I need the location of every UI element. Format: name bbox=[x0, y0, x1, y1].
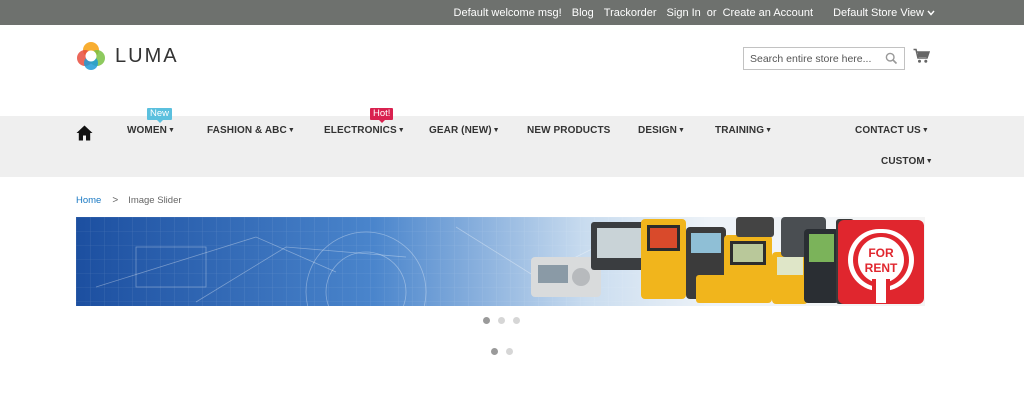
store-view-switcher[interactable]: Default Store View bbox=[823, 7, 935, 19]
nav-item-design[interactable]: DESIGN▼ bbox=[638, 125, 685, 136]
dropdown-caret-icon: ▼ bbox=[287, 127, 295, 134]
search-icon[interactable] bbox=[885, 52, 898, 65]
nav-item-fashion-abc[interactable]: FASHION & ABC▼ bbox=[207, 125, 295, 136]
search-box[interactable] bbox=[743, 47, 905, 70]
sign-in-link[interactable]: Sign In bbox=[667, 7, 701, 19]
trackorder-link[interactable]: Trackorder bbox=[604, 7, 657, 19]
slider-dot[interactable] bbox=[491, 348, 498, 355]
nav-item-electronics[interactable]: ELECTRONICS▼ bbox=[324, 125, 405, 136]
slider-dot[interactable] bbox=[506, 348, 513, 355]
dropdown-caret-icon: ▼ bbox=[167, 127, 175, 134]
nav-item-label: FASHION & ABC bbox=[207, 125, 287, 136]
main-nav: WOMEN▼ FASHION & ABC▼ ELECTRONICS▼ GEAR … bbox=[0, 116, 1024, 177]
top-bar: Default welcome msg! Blog Trackorder Sig… bbox=[0, 0, 1024, 25]
nav-item-label: DESIGN bbox=[638, 125, 677, 136]
nav-item-gear-new[interactable]: GEAR (NEW)▼ bbox=[429, 125, 500, 136]
top-links: Default welcome msg! Blog Trackorder Sig… bbox=[444, 0, 935, 25]
create-account-link[interactable]: Create an Account bbox=[723, 7, 814, 19]
dropdown-caret-icon: ▼ bbox=[397, 127, 405, 134]
slider-pagination-secondary bbox=[491, 348, 521, 355]
or-text: or bbox=[706, 6, 717, 19]
store-view-label: Default Store View bbox=[833, 6, 924, 19]
nav-item-new-products[interactable]: NEW PRODUCTS bbox=[527, 125, 610, 136]
dropdown-caret-icon: ▼ bbox=[765, 127, 773, 134]
dropdown-caret-icon: ▼ bbox=[921, 127, 929, 134]
nav-item-training[interactable]: TRAINING▼ bbox=[715, 125, 772, 136]
nav-item-contact-us[interactable]: CONTACT US▼ bbox=[855, 125, 929, 136]
slider-dot[interactable] bbox=[483, 317, 490, 324]
nav-item-label: CONTACT US bbox=[855, 125, 921, 136]
search-input[interactable] bbox=[744, 48, 884, 69]
logo-text: LUMA bbox=[115, 44, 179, 67]
breadcrumb-separator: > bbox=[112, 195, 119, 206]
for-rent-line1: FOR bbox=[868, 246, 894, 260]
luma-logo-icon bbox=[77, 42, 105, 70]
slider-dot[interactable] bbox=[513, 317, 520, 324]
nav-item-women[interactable]: WOMEN▼ bbox=[127, 125, 175, 136]
nav-item-custom[interactable]: CUSTOM▼ bbox=[881, 156, 933, 167]
nav-item-label: CUSTOM bbox=[881, 156, 925, 167]
banner-graphic: FOR RENT bbox=[76, 217, 925, 306]
new-badge: New bbox=[147, 108, 173, 123]
home-icon[interactable] bbox=[76, 125, 93, 141]
nav-item-label: WOMEN bbox=[127, 125, 167, 136]
slider-banner-image[interactable]: FOR RENT bbox=[76, 217, 925, 306]
nav-item-label: GEAR (NEW) bbox=[429, 125, 492, 136]
nav-item-label: ELECTRONICS bbox=[324, 125, 397, 136]
for-rent-line2: RENT bbox=[865, 261, 898, 275]
dropdown-caret-icon: ▼ bbox=[925, 158, 933, 165]
dropdown-caret-icon: ▼ bbox=[492, 127, 500, 134]
nav-item-label: NEW PRODUCTS bbox=[527, 125, 611, 136]
breadcrumb-home-link[interactable]: Home bbox=[76, 195, 101, 206]
dropdown-caret-icon: ▼ bbox=[677, 127, 685, 134]
slider-dot[interactable] bbox=[498, 317, 505, 324]
luma-logo[interactable]: LUMA bbox=[76, 41, 179, 71]
welcome-message: Default welcome msg! bbox=[453, 6, 562, 19]
breadcrumb: Home > Image Slider bbox=[76, 195, 182, 206]
chevron-down-icon bbox=[927, 10, 935, 16]
blog-link[interactable]: Blog bbox=[572, 7, 594, 19]
cart-icon[interactable] bbox=[913, 48, 930, 64]
hot-badge: Hot! bbox=[370, 108, 394, 123]
breadcrumb-current: Image Slider bbox=[128, 195, 182, 206]
nav-item-label: TRAINING bbox=[715, 125, 765, 136]
slider-pagination bbox=[483, 317, 528, 324]
